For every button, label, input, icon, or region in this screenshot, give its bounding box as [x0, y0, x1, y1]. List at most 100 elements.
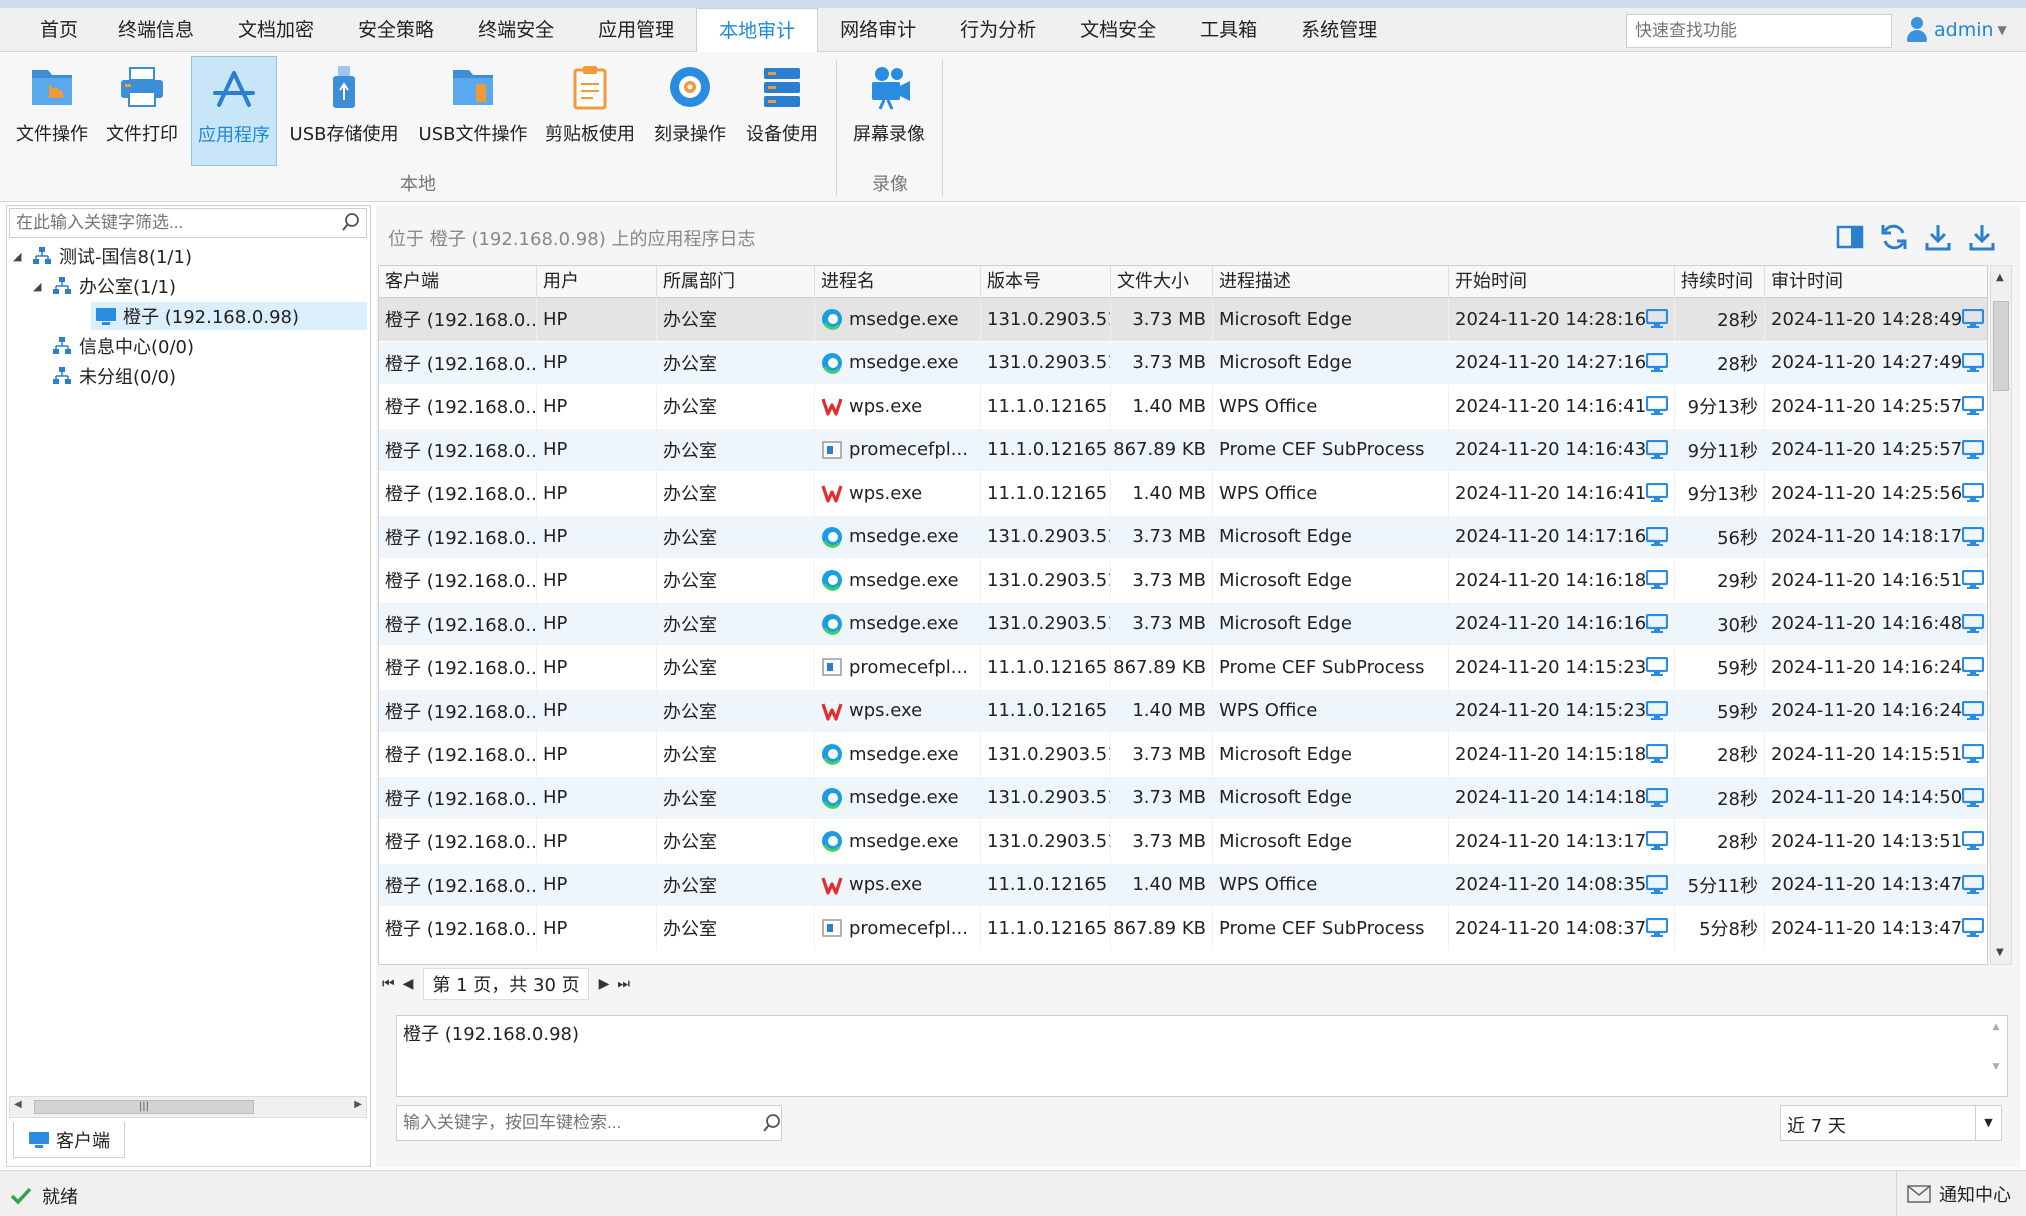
scroll-left-icon[interactable]: ◀	[14, 1099, 22, 1110]
column-header[interactable]: 持续时间	[1675, 266, 1765, 298]
user-menu[interactable]: admin ▼	[1906, 12, 2007, 48]
column-header[interactable]: 版本号	[981, 266, 1111, 298]
monitor-icon[interactable]	[1962, 787, 1985, 808]
monitor-icon[interactable]	[1646, 787, 1669, 808]
monitor-icon[interactable]	[1646, 744, 1669, 764]
clipboard-usage-button[interactable]: 剪贴板使用	[542, 56, 638, 166]
quick-search-input[interactable]	[1626, 14, 1892, 48]
tree-filter-input[interactable]	[9, 208, 367, 238]
collapse-triangle-icon[interactable]: ◢	[33, 280, 45, 293]
monitor-icon[interactable]	[1962, 874, 1985, 895]
monitor-icon[interactable]	[1962, 309, 1985, 329]
monitor-icon[interactable]	[1962, 700, 1985, 721]
table-row[interactable]: 橙子 (192.168.0... HP 办公室 msedge.exe 131.0.290…	[379, 733, 1987, 777]
chevron-down-icon[interactable]: ▼	[1975, 1106, 2001, 1140]
table-row[interactable]: 橙子 (192.168.0... HP 办公室 wps.exe 11.1.0.12165…	[379, 689, 1987, 733]
tab-terminal-info[interactable]: 终端信息	[96, 8, 216, 52]
download-icon[interactable]	[1966, 221, 1998, 253]
monitor-icon[interactable]	[1646, 874, 1669, 895]
tab-system-management[interactable]: 系统管理	[1279, 8, 1399, 52]
column-header[interactable]: 用户	[537, 266, 657, 298]
table-row[interactable]: 橙子 (192.168.0... HP 办公室 promecefpl... 11.1.0…	[379, 428, 1987, 472]
tab-doc-encrypt[interactable]: 文档加密	[216, 8, 336, 52]
monitor-icon[interactable]	[1646, 700, 1669, 721]
tree-node-info-center[interactable]: 信息中心(0/0)	[51, 332, 194, 360]
monitor-icon[interactable]	[1962, 352, 1985, 373]
table-row[interactable]: 橙子 (192.168.0... HP 办公室 wps.exe 11.1.0.12165…	[379, 385, 1987, 429]
monitor-icon[interactable]	[1962, 570, 1985, 590]
monitor-icon[interactable]	[1646, 570, 1669, 590]
keyword-search-input[interactable]	[396, 1105, 782, 1141]
monitor-icon[interactable]	[1962, 439, 1985, 460]
column-header[interactable]: 客户端	[379, 266, 537, 298]
file-operation-button[interactable]: 文件操作	[10, 56, 94, 166]
column-header[interactable]: 审计时间	[1765, 266, 1987, 298]
table-row[interactable]: 橙子 (192.168.0... HP 办公室 msedge.exe 131.0.290…	[379, 341, 1987, 385]
table-row[interactable]: 橙子 (192.168.0... HP 办公室 promecefpl... 11.1.0…	[379, 646, 1987, 690]
monitor-icon[interactable]	[1962, 657, 1985, 677]
detail-scrollbar[interactable]: ▲ ▼	[1989, 1022, 2003, 1092]
usb-storage-button[interactable]: USB存储使用	[286, 56, 402, 166]
scroll-right-icon[interactable]: ▶	[354, 1099, 362, 1110]
file-print-button[interactable]: 文件打印	[100, 56, 184, 166]
monitor-icon[interactable]	[1646, 396, 1669, 416]
column-header[interactable]: 进程名	[815, 266, 981, 298]
monitor-icon[interactable]	[1646, 352, 1669, 373]
collapse-triangle-icon[interactable]: ◢	[13, 250, 25, 263]
tree-node-root[interactable]: ◢ 测试-国信8(1/1)	[13, 242, 192, 270]
monitor-icon[interactable]	[1646, 526, 1669, 547]
monitor-icon[interactable]	[1962, 744, 1985, 764]
monitor-icon[interactable]	[1962, 918, 1985, 938]
vertical-scrollbar[interactable]: ▲ ▼	[1990, 265, 2012, 965]
column-header[interactable]: 进程描述	[1213, 266, 1449, 298]
table-row[interactable]: 橙子 (192.168.0... HP 办公室 msedge.exe 131.0.290…	[379, 298, 1987, 342]
monitor-icon[interactable]	[1646, 918, 1669, 938]
burn-operation-button[interactable]: 刻录操作	[648, 56, 732, 166]
tab-local-audit[interactable]: 本地审计	[696, 8, 819, 53]
monitor-icon[interactable]	[1962, 526, 1985, 547]
tab-network-audit[interactable]: 网络审计	[818, 8, 938, 52]
tree-node-client[interactable]: 橙子 (192.168.0.98)	[91, 302, 367, 330]
tab-app-management[interactable]: 应用管理	[576, 8, 696, 52]
monitor-icon[interactable]	[1646, 613, 1669, 634]
horizontal-scrollbar[interactable]: ◀ ||| ▶	[9, 1096, 367, 1118]
monitor-icon[interactable]	[1962, 613, 1985, 634]
tab-terminal-security[interactable]: 终端安全	[456, 8, 576, 52]
detail-box[interactable]: 橙子 (192.168.0.98) ▲ ▼	[396, 1015, 2008, 1097]
client-tab[interactable]: 客户端	[13, 1122, 125, 1158]
time-range-select[interactable]: 近 7 天 ▼	[1780, 1105, 2002, 1141]
search-icon[interactable]	[762, 1113, 782, 1133]
table-row[interactable]: 橙子 (192.168.0... HP 办公室 msedge.exe 131.0.290…	[379, 602, 1987, 646]
monitor-icon[interactable]	[1962, 831, 1985, 851]
scrollbar-thumb[interactable]	[1993, 301, 2009, 391]
column-header[interactable]: 开始时间	[1449, 266, 1675, 298]
tab-toolbox[interactable]: 工具箱	[1178, 8, 1279, 52]
tab-behavior-analysis[interactable]: 行为分析	[938, 8, 1058, 52]
usb-file-operation-button[interactable]: USB文件操作	[414, 56, 532, 166]
device-usage-button[interactable]: 设备使用	[740, 56, 824, 166]
refresh-icon[interactable]	[1878, 221, 1910, 253]
last-page-icon[interactable]: ⏭	[617, 976, 630, 992]
table-row[interactable]: 橙子 (192.168.0... HP 办公室 msedge.exe 131.0.290…	[379, 820, 1987, 864]
tab-home[interactable]: 首页	[0, 8, 96, 52]
monitor-icon[interactable]	[1962, 483, 1985, 503]
table-row[interactable]: 橙子 (192.168.0... HP 办公室 msedge.exe 131.0.290…	[379, 559, 1987, 603]
scroll-down-icon[interactable]: ▼	[1996, 947, 2004, 958]
monitor-icon[interactable]	[1646, 439, 1669, 460]
scrollbar-thumb[interactable]: |||	[34, 1100, 254, 1114]
prev-page-icon[interactable]: ◀	[403, 976, 414, 992]
table-row[interactable]: 橙子 (192.168.0... HP 办公室 msedge.exe 131.0.290…	[379, 515, 1987, 559]
monitor-icon[interactable]	[1646, 309, 1669, 329]
export-icon[interactable]	[1922, 221, 1954, 253]
tree-node-office[interactable]: ◢ 办公室(1/1)	[33, 272, 176, 300]
application-program-button[interactable]: 应用程序	[191, 56, 277, 166]
first-page-icon[interactable]: ⏮	[382, 976, 395, 992]
column-header[interactable]: 所属部门	[657, 266, 815, 298]
tab-security-policy[interactable]: 安全策略	[336, 8, 456, 52]
screen-record-button[interactable]: 屏幕录像	[846, 56, 932, 166]
scroll-up-icon[interactable]: ▲	[1996, 272, 2004, 283]
table-row[interactable]: 橙子 (192.168.0... HP 办公室 wps.exe 11.1.0.12165…	[379, 472, 1987, 516]
monitor-icon[interactable]	[1962, 396, 1985, 416]
monitor-icon[interactable]	[1646, 657, 1669, 677]
table-row[interactable]: 橙子 (192.168.0... HP 办公室 wps.exe 11.1.0.12165…	[379, 863, 1987, 907]
